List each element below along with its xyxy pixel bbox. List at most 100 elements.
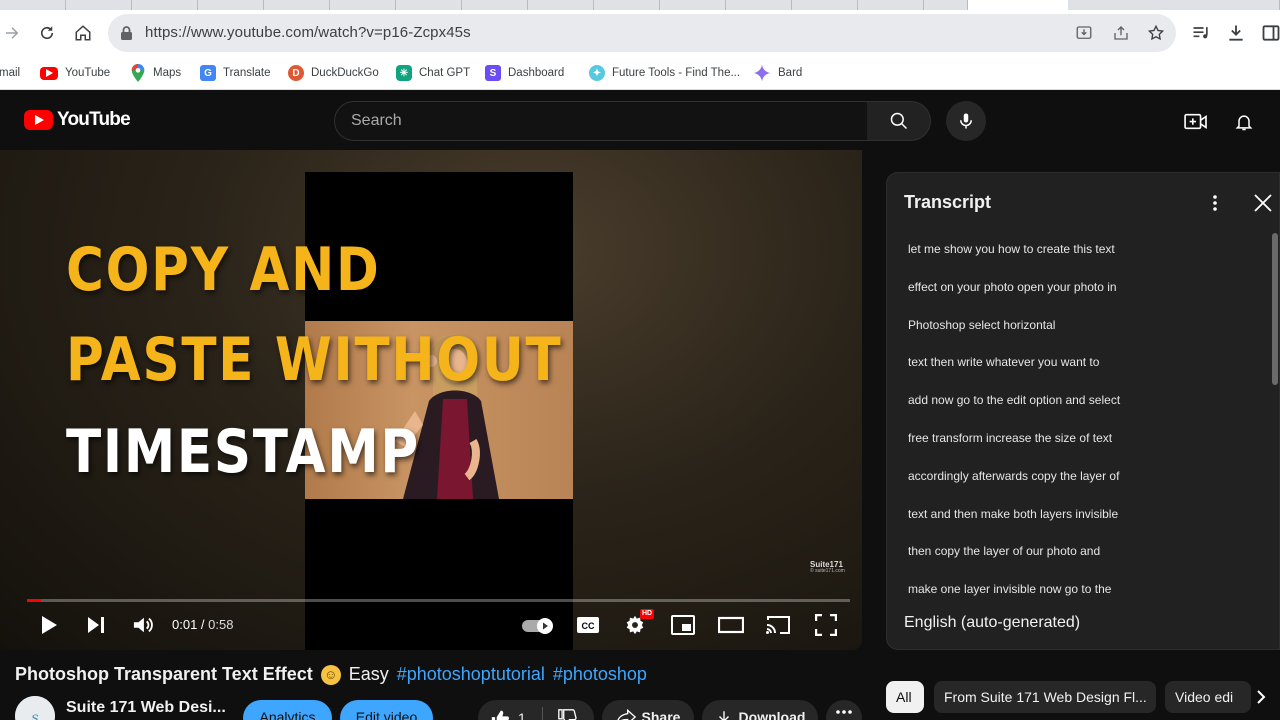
search-button[interactable] xyxy=(867,101,931,141)
browser-tab[interactable] xyxy=(792,0,858,10)
chip-from-channel[interactable]: From Suite 171 Web Design Fl... xyxy=(934,681,1156,713)
theater-icon xyxy=(718,616,744,634)
fullscreen-button[interactable] xyxy=(811,610,841,640)
chip-video-editing[interactable]: Video edi xyxy=(1165,681,1251,713)
subtitles-button[interactable]: CC xyxy=(573,610,603,640)
bookmark-youtube[interactable]: YouTube xyxy=(40,64,110,82)
create-button[interactable] xyxy=(1183,109,1209,135)
download-arrow-icon xyxy=(718,711,729,720)
autoplay-toggle[interactable] xyxy=(520,610,556,640)
transcript-line[interactable]: text and then make both layers invisible xyxy=(908,506,1248,544)
like-button[interactable]: 1 xyxy=(490,709,526,720)
miniplayer-button[interactable] xyxy=(668,610,698,640)
bookmark-star-button[interactable] xyxy=(1146,23,1166,43)
transcript-line[interactable]: accordingly afterwards copy the layer of xyxy=(908,468,1248,506)
downloads-button[interactable] xyxy=(1221,18,1251,48)
transcript-line[interactable]: let me show you how to create this text xyxy=(908,241,1248,279)
bookmark-dashboard[interactable]: S Dashboard xyxy=(485,64,564,82)
next-button[interactable] xyxy=(81,610,111,640)
search-input[interactable]: Search xyxy=(334,101,868,141)
video-plus-icon xyxy=(1184,113,1207,130)
reload-button[interactable] xyxy=(32,18,62,48)
theater-mode-button[interactable] xyxy=(716,610,746,640)
browser-toolbar: https://www.youtube.com/watch?v=p16-Zcpx… xyxy=(0,10,1280,56)
bookmark-duckduckgo[interactable]: D DuckDuckGo xyxy=(288,64,379,82)
edit-video-button[interactable]: Edit video xyxy=(340,700,433,720)
progress-bar[interactable] xyxy=(27,599,850,602)
bookmark-future-tools[interactable]: ✦ Future Tools - Find The... xyxy=(589,64,740,82)
duration: 0:58 xyxy=(208,617,234,632)
play-button[interactable] xyxy=(34,610,64,640)
install-app-button[interactable] xyxy=(1074,23,1094,43)
lock-icon[interactable] xyxy=(120,25,133,41)
skip-next-icon xyxy=(88,617,104,633)
browser-tab[interactable] xyxy=(924,0,968,10)
browser-tab[interactable] xyxy=(726,0,792,10)
browser-tab[interactable] xyxy=(528,0,594,10)
bookmark-label: mail xyxy=(0,67,21,79)
voice-search-button[interactable] xyxy=(946,101,986,141)
channel-name[interactable]: Suite 171 Web Desi... xyxy=(66,699,226,717)
notifications-button[interactable] xyxy=(1231,109,1257,135)
browser-tab-active[interactable] xyxy=(968,0,1068,10)
volume-button[interactable] xyxy=(128,610,158,640)
transcript-line[interactable]: then copy the layer of our photo and xyxy=(908,543,1248,581)
dislike-button[interactable] xyxy=(557,709,577,720)
search-placeholder: Search xyxy=(351,112,402,129)
bookmark-maps[interactable]: Maps xyxy=(130,64,181,82)
address-bar[interactable]: https://www.youtube.com/watch?v=p16-Zcpx… xyxy=(108,14,1176,52)
bookmark-chatgpt[interactable]: ✳ Chat GPT xyxy=(396,64,470,82)
browser-tab[interactable] xyxy=(198,0,264,10)
transcript-more-button[interactable] xyxy=(1203,191,1227,215)
home-button[interactable] xyxy=(68,18,98,48)
settings-button[interactable]: HD xyxy=(620,609,655,640)
share-page-button[interactable] xyxy=(1111,23,1131,43)
side-panel-button[interactable] xyxy=(1256,18,1280,48)
transcript-line[interactable]: text then write whatever you want to xyxy=(908,354,1248,392)
search-icon xyxy=(890,112,907,130)
bard-icon xyxy=(753,64,771,82)
media-controls-button[interactable] xyxy=(1186,18,1216,48)
browser-tab[interactable] xyxy=(264,0,330,10)
forward-button[interactable] xyxy=(0,18,27,48)
cast-button[interactable] xyxy=(763,610,793,640)
bookmark-bard[interactable]: Bard xyxy=(753,64,802,82)
browser-tab[interactable] xyxy=(330,0,396,10)
browser-tab[interactable] xyxy=(462,0,528,10)
browser-tab[interactable] xyxy=(132,0,198,10)
browser-tab[interactable] xyxy=(858,0,924,10)
like-divider xyxy=(541,707,543,720)
transcript-line[interactable]: add now go to the edit option and select xyxy=(908,392,1248,430)
browser-tab[interactable] xyxy=(660,0,726,10)
bookmark-translate[interactable]: G Translate xyxy=(200,64,271,82)
bookmark-label: Maps xyxy=(153,67,182,79)
transcript-line[interactable]: free transform increase the size of text xyxy=(908,430,1248,468)
hashtag-link[interactable]: #photoshop xyxy=(553,664,647,685)
more-actions-button[interactable] xyxy=(826,700,862,720)
transcript-language-select[interactable]: English (auto-generated) xyxy=(904,614,1080,632)
bookmark-label: Chat GPT xyxy=(419,67,471,79)
channel-logo-icon: s xyxy=(15,696,55,720)
browser-tab[interactable] xyxy=(594,0,660,10)
browser-tab[interactable] xyxy=(396,0,462,10)
browser-tab[interactable] xyxy=(66,0,132,10)
download-button[interactable]: Download xyxy=(702,700,818,720)
transcript-close-button[interactable] xyxy=(1249,189,1277,217)
bookmark-gmail[interactable]: mail xyxy=(0,64,20,82)
url-text[interactable]: https://www.youtube.com/watch?v=p16-Zcpx… xyxy=(145,24,471,41)
transcript-scrollbar[interactable] xyxy=(1272,233,1278,385)
share-button[interactable]: Share xyxy=(602,700,694,720)
browser-tab[interactable] xyxy=(0,0,66,10)
analytics-button[interactable]: Analytics xyxy=(243,700,332,720)
channel-avatar[interactable]: s xyxy=(15,696,55,720)
browser-tab[interactable] xyxy=(1068,0,1280,10)
chevron-right-icon xyxy=(1257,690,1266,704)
transcript-line[interactable]: Photoshop select horizontal xyxy=(908,317,1248,355)
logo-text: YouTube xyxy=(57,109,131,130)
transcript-line[interactable]: effect on your photo open your photo in xyxy=(908,279,1248,317)
chip-all[interactable]: All xyxy=(886,681,924,713)
youtube-logo[interactable]: YouTube xyxy=(24,109,131,131)
video-player[interactable]: COPY AND PASTE WITHOUT TIMESTAMP Suite17… xyxy=(0,150,862,650)
hashtag-link[interactable]: #photoshoptutorial xyxy=(397,664,545,685)
chips-next-button[interactable] xyxy=(1250,686,1272,708)
